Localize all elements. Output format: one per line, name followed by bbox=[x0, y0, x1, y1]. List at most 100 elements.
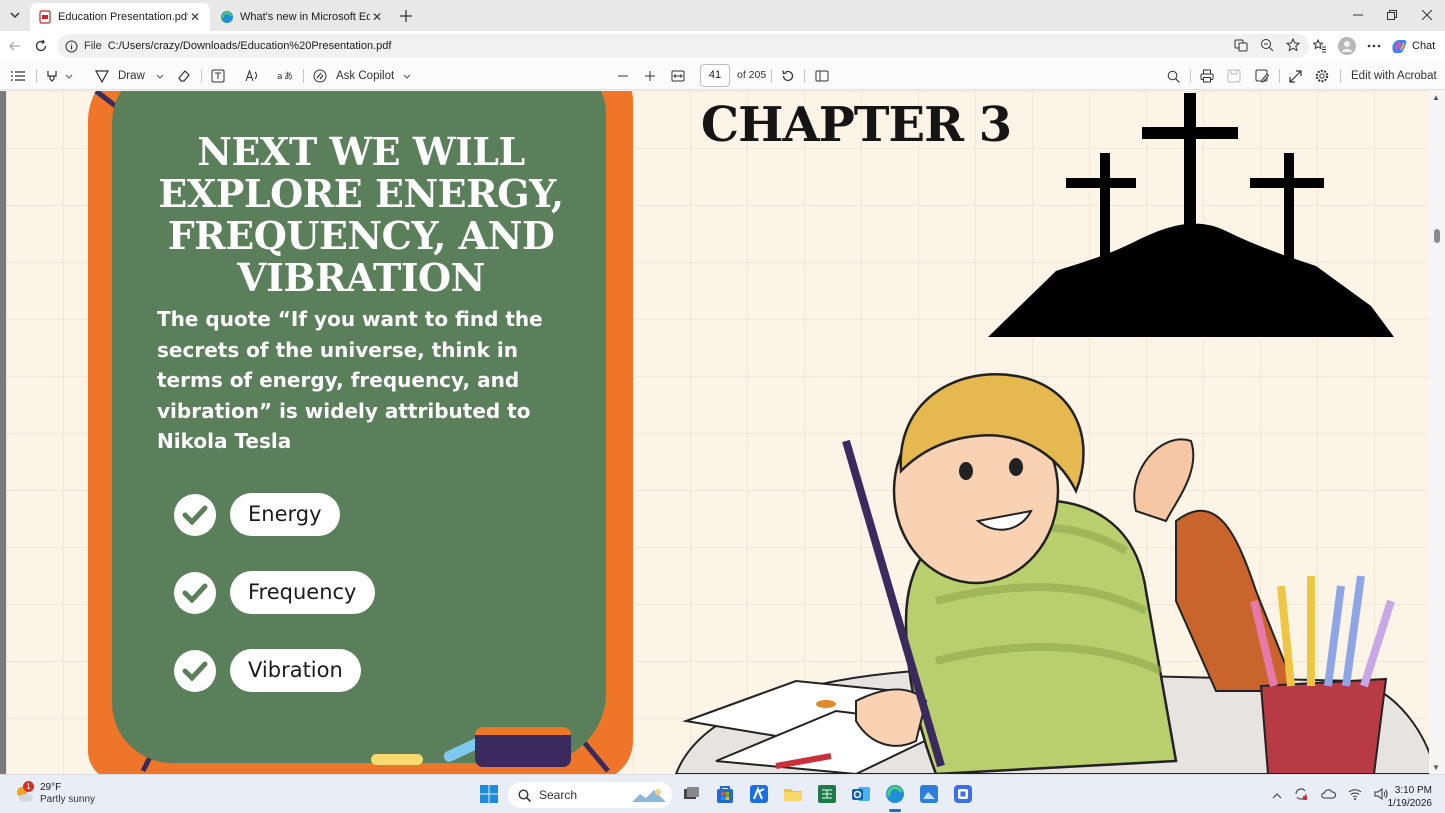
pdf-viewport[interactable]: NEXT WE WILL EXPLORE ENERGY, FREQUENCY, … bbox=[0, 91, 1445, 774]
tab-education-pdf[interactable]: Education Presentation.pdf ✕ bbox=[30, 3, 210, 31]
sync-icon[interactable] bbox=[1294, 787, 1308, 804]
windows-logo-icon bbox=[480, 785, 498, 803]
translate-icon: aあ bbox=[277, 68, 293, 84]
close-tab-icon[interactable]: ✕ bbox=[370, 10, 384, 24]
tab-whats-new-edge[interactable]: What's new in Microsoft Edge ✕ bbox=[212, 3, 392, 31]
address-bar[interactable]: File C:/Users/crazy/Downloads/Education%… bbox=[57, 34, 1309, 58]
clock-time: 3:10 PM bbox=[1394, 785, 1432, 796]
vertical-scrollbar[interactable]: ▲ ▼ bbox=[1429, 91, 1445, 774]
copilot-icon bbox=[312, 68, 328, 84]
file-explorer-icon[interactable] bbox=[782, 783, 804, 805]
slide-heading: NEXT WE WILL EXPLORE ENERGY, FREQUENCY, … bbox=[158, 129, 564, 300]
save-as-button[interactable] bbox=[1254, 66, 1270, 86]
photos-app-icon[interactable] bbox=[918, 783, 940, 805]
minimize-icon bbox=[1353, 14, 1363, 16]
read-aloud-icon bbox=[244, 68, 260, 84]
more-options-icon[interactable] bbox=[1366, 38, 1382, 54]
highlight-button[interactable] bbox=[44, 66, 74, 86]
scrollbar-thumb[interactable] bbox=[1434, 229, 1440, 243]
zoom-in-button[interactable] bbox=[642, 66, 658, 86]
microsoft-store-icon[interactable] bbox=[714, 783, 736, 805]
tab-strip: Education Presentation.pdf ✕ What's new … bbox=[0, 0, 1445, 31]
scroll-down-arrow-icon[interactable]: ▼ bbox=[1432, 763, 1440, 772]
minimize-button[interactable] bbox=[1340, 0, 1376, 30]
edge-icon bbox=[221, 11, 233, 23]
checkmark-icon bbox=[174, 650, 216, 692]
print-button[interactable] bbox=[1199, 66, 1215, 86]
system-clock[interactable]: 3:10 PM 1/19/2026 bbox=[1386, 784, 1433, 810]
save-button[interactable] bbox=[1226, 66, 1242, 86]
chalk-yellow bbox=[371, 754, 423, 765]
boy-drawing-illustration bbox=[674, 373, 1429, 774]
weather-description: Partly sunny bbox=[40, 794, 96, 805]
plus-icon bbox=[400, 10, 412, 22]
visual-studio-app-icon[interactable] bbox=[748, 783, 770, 805]
search-icon bbox=[518, 788, 531, 802]
list-icon bbox=[10, 68, 26, 84]
url-scheme: File bbox=[84, 40, 102, 52]
chevron-down-icon[interactable] bbox=[64, 68, 74, 84]
toolbar-separator bbox=[804, 69, 805, 83]
taskbar-search-box[interactable]: Search bbox=[508, 782, 672, 808]
new-tab-button[interactable] bbox=[396, 6, 416, 26]
contents-button[interactable] bbox=[10, 66, 26, 86]
chat-app-icon[interactable] bbox=[952, 783, 974, 805]
search-icon bbox=[1165, 68, 1181, 84]
chapter-title: CHAPTER 3 bbox=[700, 97, 1012, 153]
gear-icon bbox=[1314, 68, 1330, 84]
system-tray bbox=[1272, 787, 1388, 804]
toolbar-separator bbox=[1279, 69, 1280, 83]
full-screen-button[interactable] bbox=[1287, 66, 1303, 86]
wifi-icon[interactable] bbox=[1348, 788, 1362, 803]
restore-button[interactable] bbox=[1374, 0, 1410, 30]
read-aloud-button[interactable] bbox=[244, 66, 260, 86]
show-hidden-icons-chevron-up-icon[interactable] bbox=[1272, 789, 1282, 803]
draw-button[interactable]: Draw bbox=[94, 66, 165, 86]
chevron-down-icon[interactable] bbox=[155, 68, 165, 84]
spreadsheet-app-icon[interactable] bbox=[816, 783, 838, 805]
search-highlight-image bbox=[632, 789, 666, 802]
weather-widget[interactable]: 1 29°F Partly sunny bbox=[14, 781, 96, 806]
eraser-icon bbox=[176, 68, 192, 84]
edit-with-acrobat-button[interactable]: Edit with Acrobat bbox=[1351, 66, 1437, 86]
favorites-icon[interactable] bbox=[1312, 38, 1328, 54]
ask-copilot-button[interactable]: Ask Copilot bbox=[312, 66, 412, 86]
microsoft-edge-taskbar-icon[interactable] bbox=[884, 783, 906, 812]
copilot-chat-button[interactable]: Chat bbox=[1390, 35, 1435, 57]
find-button[interactable] bbox=[1165, 66, 1181, 86]
refresh-button[interactable] bbox=[30, 35, 52, 57]
back-button[interactable] bbox=[4, 35, 26, 57]
chalkboard-eraser bbox=[475, 727, 571, 767]
task-view-icon[interactable] bbox=[680, 783, 702, 805]
save-icon bbox=[1226, 68, 1242, 84]
fit-width-icon bbox=[670, 68, 686, 84]
windows-start-button[interactable] bbox=[478, 783, 500, 805]
toolbar-separator bbox=[771, 69, 772, 83]
outlook-icon[interactable] bbox=[850, 783, 872, 805]
page-number-input[interactable]: 41 bbox=[700, 64, 730, 87]
page-view-button[interactable] bbox=[814, 66, 830, 86]
rotate-button[interactable] bbox=[780, 66, 796, 86]
read-aloud-icon[interactable] bbox=[1233, 37, 1249, 53]
close-tab-icon[interactable]: ✕ bbox=[188, 10, 202, 24]
tab-actions-menu-button[interactable] bbox=[4, 4, 26, 26]
scroll-up-arrow-icon[interactable]: ▲ bbox=[1432, 93, 1440, 102]
chevron-down-icon[interactable] bbox=[402, 68, 412, 84]
weather-badge: 1 bbox=[23, 781, 34, 792]
back-arrow-icon bbox=[9, 41, 20, 51]
address-row: File C:/Users/crazy/Downloads/Education%… bbox=[0, 31, 1445, 61]
onedrive-cloud-icon[interactable] bbox=[1320, 788, 1337, 803]
url-text[interactable]: C:/Users/crazy/Downloads/Education%20Pre… bbox=[108, 40, 392, 52]
fit-width-button[interactable] bbox=[670, 66, 686, 86]
info-icon[interactable] bbox=[65, 40, 78, 53]
zoom-out-button[interactable] bbox=[615, 66, 631, 86]
profile-avatar[interactable] bbox=[1338, 37, 1356, 55]
translate-button[interactable]: aあ bbox=[277, 66, 293, 86]
add-text-button[interactable] bbox=[210, 66, 226, 86]
slide-quote: The quote “If you want to find the secre… bbox=[157, 307, 543, 453]
erase-button[interactable] bbox=[176, 66, 192, 86]
favorite-star-icon[interactable] bbox=[1285, 37, 1301, 53]
pdf-settings-button[interactable] bbox=[1314, 66, 1330, 86]
zoom-icon[interactable] bbox=[1259, 37, 1275, 53]
close-window-button[interactable] bbox=[1409, 0, 1445, 30]
